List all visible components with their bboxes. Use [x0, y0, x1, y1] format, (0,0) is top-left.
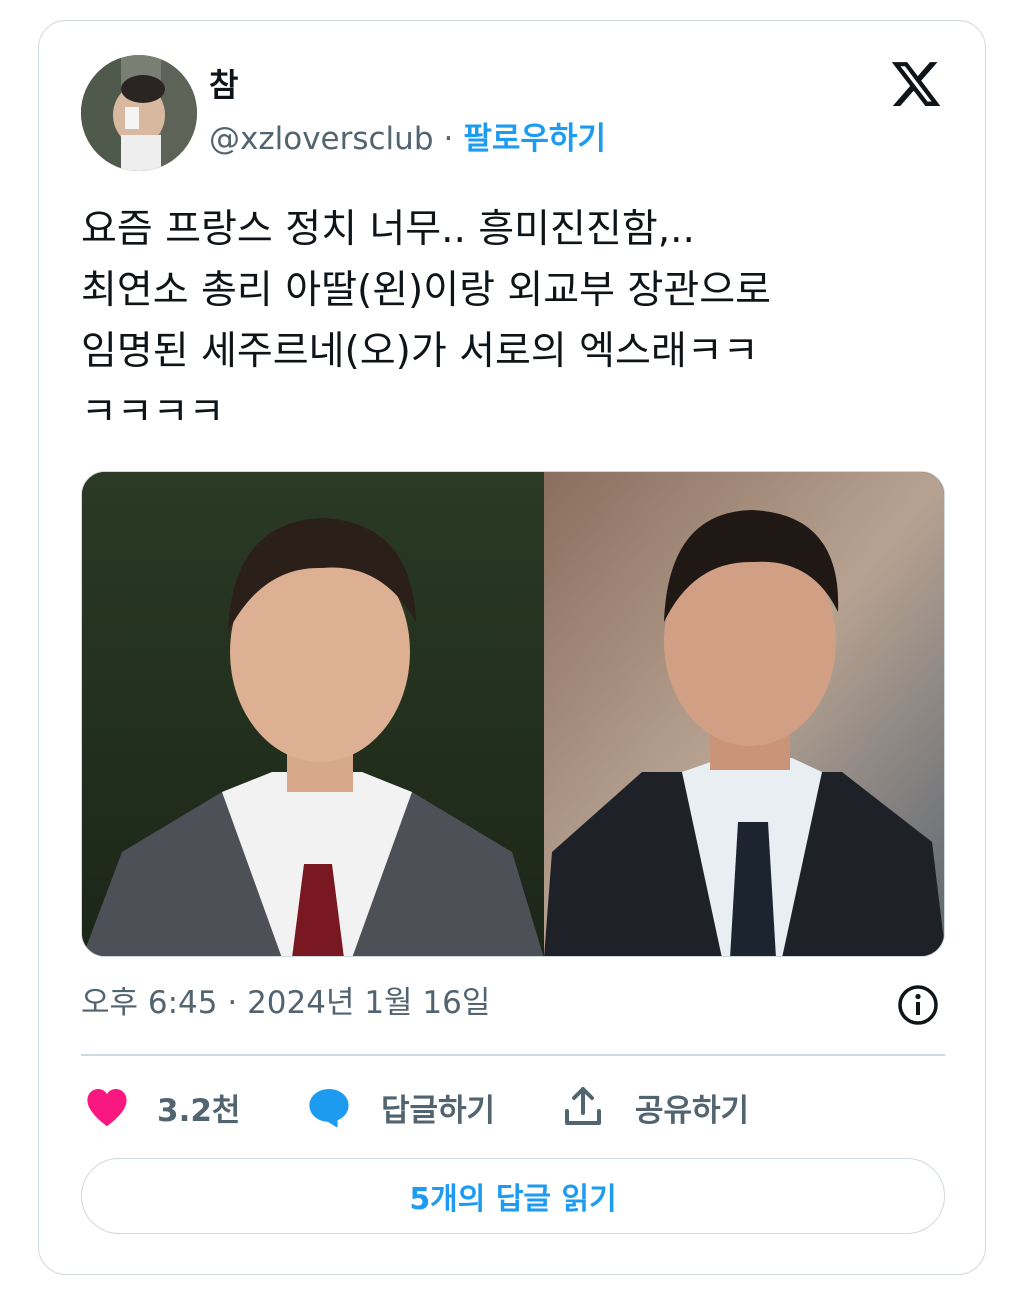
speech-bubble-icon: [309, 1089, 349, 1128]
share-label: 공유하기: [635, 1092, 750, 1129]
separator: ·: [443, 121, 454, 157]
divider: [81, 1054, 945, 1056]
info-icon[interactable]: [896, 983, 940, 1027]
reply-label: 답글하기: [381, 1092, 496, 1129]
author-handle-row: @xzloversclub · 팔로우하기: [209, 119, 606, 159]
tweet-text: 요즘 프랑스 정치 너무.. 흥미진진함,.. 최연소 총리 아딸(왼)이랑 외…: [81, 207, 771, 435]
follow-button[interactable]: 팔로우하기: [463, 121, 606, 157]
author-name[interactable]: 참: [209, 65, 238, 105]
share-button[interactable]: 공유하기: [559, 1079, 749, 1135]
like-count: 3.2천: [157, 1092, 241, 1129]
reply-button[interactable]: 답글하기: [305, 1079, 495, 1135]
like-button[interactable]: 3.2천: [83, 1079, 240, 1135]
read-replies-button[interactable]: 5개의 답글 읽기: [81, 1158, 945, 1234]
tweet-card: 참 @xzloversclub · 팔로우하기 요즘 프랑스 정치 너무.. 흥미진…: [38, 20, 986, 1275]
share-upload-icon: [565, 1087, 601, 1125]
x-logo-icon[interactable]: [887, 57, 945, 111]
author-handle[interactable]: @xzloversclub: [209, 121, 434, 157]
avatar[interactable]: [81, 55, 197, 171]
tweet-timestamp[interactable]: 오후 6:45 · 2024년 1월 16일: [81, 981, 490, 1025]
tweet-media-image[interactable]: [81, 471, 945, 957]
heart-icon: [87, 1089, 127, 1127]
